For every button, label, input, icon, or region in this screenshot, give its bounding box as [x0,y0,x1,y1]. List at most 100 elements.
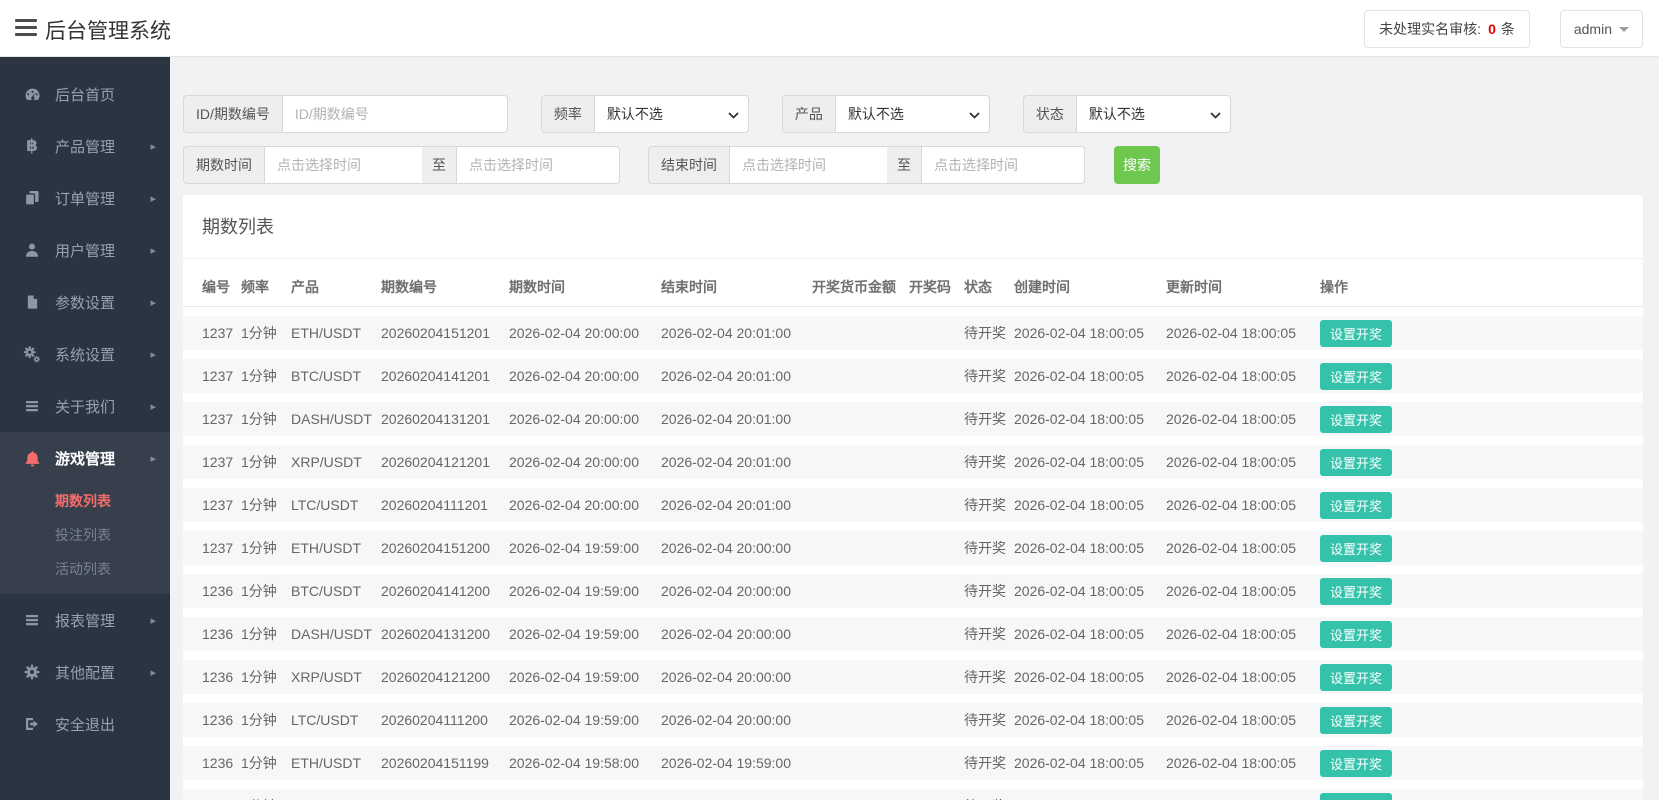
file-icon [22,294,42,310]
cell-action: 设置开奖 [1312,660,1643,694]
product-select[interactable]: 默认不选 [834,95,990,133]
set-draw-button[interactable]: 设置开奖 [1320,706,1393,734]
end-time-start-input[interactable] [729,146,887,184]
sidebar-item-order[interactable]: 订单管理 ▸ [0,172,170,224]
set-draw-button[interactable]: 设置开奖 [1320,448,1393,476]
period-time-end-input[interactable] [456,146,620,184]
set-draw-button[interactable]: 设置开奖 [1320,491,1393,519]
sidebar-item-logout[interactable]: 安全退出 [0,698,170,750]
cell-status: 待开奖 [964,411,1006,427]
status-select[interactable]: 默认不选 [1075,95,1231,133]
cell-updated-time: 2026-02-04 18:00:05 [1166,411,1296,427]
user-menu-button[interactable]: admin [1559,9,1643,48]
sidebar-item-params[interactable]: 参数设置 ▸ [0,276,170,328]
cell-updated-time: 2026-02-04 18:00:05 [1166,626,1296,642]
caret-down-icon [1619,27,1629,32]
cell-draw-code [901,660,956,694]
sidebar-item-system[interactable]: 系统设置 ▸ [0,328,170,380]
end-time-end-input[interactable] [921,146,1085,184]
cell-created-time: 2026-02-04 18:00:05 [1014,540,1144,556]
cell-end-time: 2026-02-04 20:01:00 [661,325,791,341]
sidebar-item-home[interactable]: 后台首页 [0,68,170,120]
set-draw-button[interactable]: 设置开奖 [1320,319,1393,347]
sidebar-subitem-period-list[interactable]: 期数列表 [0,484,170,518]
set-draw-button[interactable]: 设置开奖 [1320,792,1393,800]
sidebar-subitem-activity-list[interactable]: 活动列表 [0,552,170,586]
sidebar-item-about[interactable]: 关于我们 ▸ [0,380,170,432]
sidebar-item-label: 订单管理 [55,190,116,208]
pending-review-button[interactable]: 未处理实名审核: 0 条 [1364,9,1530,48]
set-draw-button[interactable]: 设置开奖 [1320,405,1393,433]
sidebar-subitem-bet-list[interactable]: 投注列表 [0,518,170,552]
chevron-right-icon: ▸ [150,140,156,153]
cell-id: 12370 [202,540,233,556]
sidebar-item-user[interactable]: 用户管理 ▸ [0,224,170,276]
topbar-right: 未处理实名审核: 0 条 admin [1364,0,1643,57]
column-header: 操作 [1312,268,1643,307]
set-draw-button[interactable]: 设置开奖 [1320,362,1393,390]
set-draw-button[interactable]: 设置开奖 [1320,749,1393,777]
id-filter-input[interactable] [281,95,508,133]
cell-draw-code [901,445,956,479]
column-header: 频率 [233,268,283,307]
filter-row-1: ID/期数编号 频率 默认不选 产品 默认不选 状态 [183,95,1643,133]
menu-toggle-icon[interactable] [15,19,37,37]
set-draw-button[interactable]: 设置开奖 [1320,620,1393,648]
sidebar-item-label: 安全退出 [55,716,116,734]
frequency-select[interactable]: 默认不选 [593,95,749,133]
cell-period-time: 2026-02-04 19:59:00 [509,669,639,685]
table-row: 12369 1分钟 BTC/USDT 20260204141200 2026-02-04… [183,574,1643,608]
sidebar-item-label: 产品管理 [55,138,116,156]
cell-updated-time: 2026-02-04 18:00:05 [1166,540,1296,556]
cell-action: 设置开奖 [1312,574,1643,608]
period-time-start-input[interactable] [264,146,422,184]
cell-draw-amount [804,359,901,393]
column-header: 产品 [283,268,373,307]
cell-draw-code [901,746,956,780]
sidebar-item-product[interactable]: ฿ 产品管理 ▸ [0,120,170,172]
cell-period-no: 20260204121201 [381,454,491,470]
column-header: 期数时间 [501,268,653,307]
cell-product: XRP/USDT [291,454,362,470]
set-draw-button[interactable]: 设置开奖 [1320,577,1393,605]
cell-draw-code [901,359,956,393]
cell-draw-code [901,617,956,651]
cell-created-time: 2026-02-04 18:00:05 [1014,411,1144,427]
bitcoin-icon: ฿ [26,136,38,155]
list-icon [22,398,42,414]
sidebar-item-report[interactable]: 报表管理 ▸ [0,594,170,646]
period-time-to-label: 至 [422,146,456,184]
cell-period-time: 2026-02-04 20:00:00 [509,368,639,384]
sidebar: 后台首页 ฿ 产品管理 ▸ 订单管理 ▸ 用户管理 ▸ 参数设置 ▸ 系统设置 ▸ 关于我们 ▸ 游戏管理 ▸… [0,57,170,800]
set-draw-button[interactable]: 设置开奖 [1320,663,1393,691]
sidebar-item-game[interactable]: 游戏管理 ▸ [0,432,170,484]
frequency-select-value: 默认不选 [606,106,663,122]
cell-id: 12364 [183,789,233,800]
sidebar-item-other[interactable]: 其他配置 ▸ [0,646,170,698]
cell-period-time: 2026-02-04 19:59:00 [509,540,639,556]
sidebar-item-label: 游戏管理 [55,450,116,468]
cell-period-time: 2026-02-04 19:58:00 [501,789,653,800]
search-button[interactable]: 搜索 [1114,146,1160,184]
cell-product: XRP/USDT [291,669,362,685]
sidebar-item-label: 系统设置 [55,346,116,364]
frequency-filter-group: 频率 默认不选 [540,95,749,133]
cell-created-time: 2026-02-04 18:00:05 [1006,789,1158,800]
cell-status: 待开奖 [956,789,1006,800]
cell-product: ETH/USDT [291,755,361,771]
column-header: 创建时间 [1006,268,1158,307]
cell-period-no: 20260204131201 [381,411,491,427]
column-header: 更新时间 [1158,268,1312,307]
cell-product: BTC/USDT [283,789,373,800]
frequency-filter-label: 频率 [540,95,594,133]
set-draw-button[interactable]: 设置开奖 [1320,534,1393,562]
cell-draw-code [901,316,956,350]
id-filter-group: ID/期数编号 [183,95,508,133]
id-filter-label: ID/期数编号 [183,95,282,133]
chevron-down-icon [1210,112,1221,119]
cell-draw-code [901,574,956,608]
cell-draw-amount [804,789,901,800]
cell-period-no: 20260204141199 [373,789,501,800]
cell-period-no: 20260204151199 [381,755,489,771]
cell-period-no: 20260204131200 [381,626,491,642]
